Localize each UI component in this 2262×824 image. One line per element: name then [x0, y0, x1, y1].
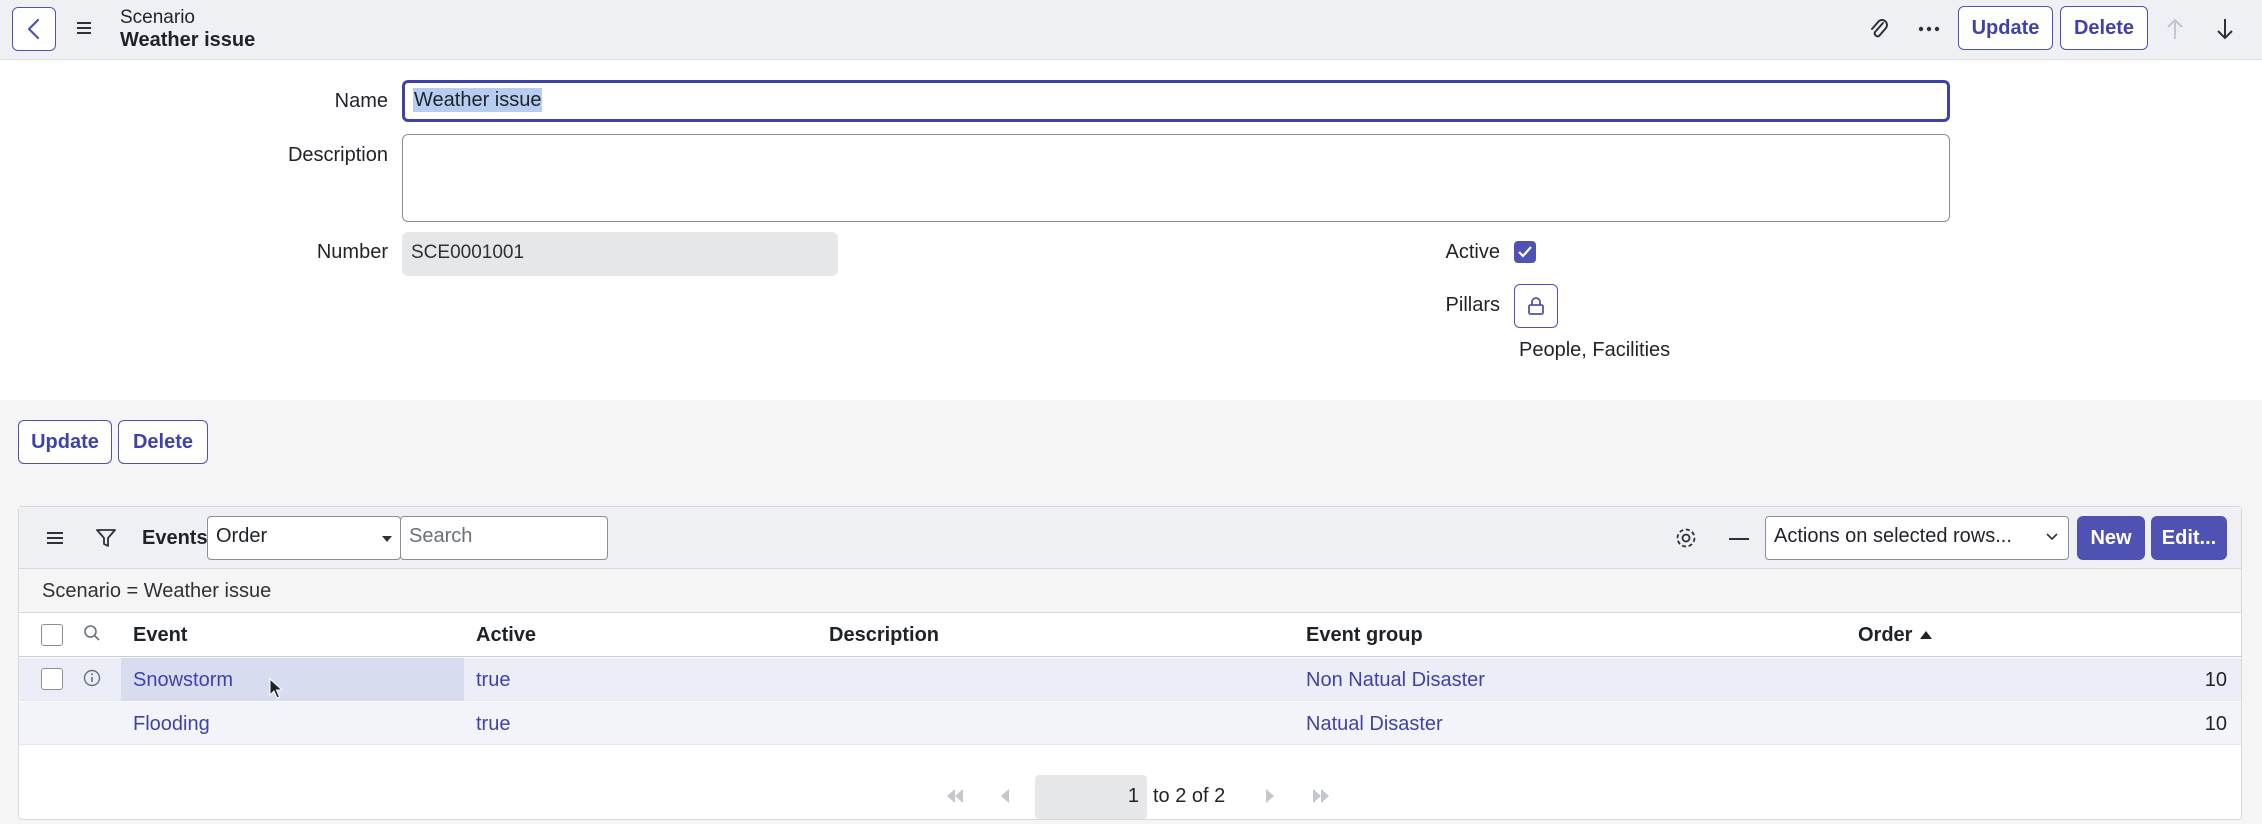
- lock-icon: [1528, 297, 1544, 315]
- filter-icon[interactable]: [95, 527, 117, 549]
- number-field: SCE0001001: [402, 232, 838, 276]
- events-related-list: Events Order Search Actions on selected …: [18, 506, 2242, 820]
- last-page-icon[interactable]: [1311, 789, 1331, 803]
- column-header-description[interactable]: Description: [829, 624, 939, 647]
- event-group-link[interactable]: Non Natual Disaster: [1306, 669, 1485, 692]
- pillars-label: Pillars: [1445, 294, 1500, 316]
- table-row[interactable]: Snowstorm true Non Natual Disaster 10: [19, 658, 2241, 701]
- pillars-value: People, Facilities: [1519, 339, 1671, 361]
- number-label: Number: [316, 241, 388, 263]
- first-page-icon[interactable]: [945, 789, 965, 803]
- search-input[interactable]: Search: [400, 516, 608, 560]
- table-header: Event Active Description Event group Ord…: [19, 613, 2241, 657]
- header-update-button[interactable]: Update: [1958, 6, 2053, 50]
- breadcrumb-filter[interactable]: Scenario = Weather issue: [42, 580, 271, 603]
- search-icon[interactable]: [83, 624, 101, 642]
- previous-page-icon[interactable]: [999, 789, 1009, 803]
- active-value[interactable]: true: [476, 669, 510, 692]
- form-update-button[interactable]: Update: [18, 420, 112, 464]
- order-value: 10: [2204, 713, 2227, 735]
- form-header: Scenario Weather issue Update Delete: [0, 0, 2262, 60]
- name-label: Name: [334, 90, 388, 112]
- name-value: Weather issue: [413, 88, 543, 112]
- column-header-event-group[interactable]: Event group: [1306, 624, 1423, 647]
- sort-field-select[interactable]: Order: [207, 516, 401, 560]
- record-title: Scenario Weather issue: [120, 7, 255, 51]
- caret-down-icon: [382, 536, 392, 542]
- breadcrumb: Scenario = Weather issue: [19, 569, 2241, 613]
- active-value[interactable]: true: [476, 713, 510, 736]
- list-menu-icon[interactable]: [45, 528, 65, 548]
- collapse-icon[interactable]: [1729, 537, 1749, 541]
- sort-field-value: Order: [216, 525, 268, 547]
- actions-value: Actions on selected rows...: [1774, 525, 2012, 547]
- arrow-up-icon[interactable]: [2162, 16, 2188, 42]
- table-name: Scenario: [120, 7, 195, 28]
- back-button[interactable]: [12, 7, 56, 51]
- actions-select[interactable]: Actions on selected rows...: [1765, 516, 2069, 560]
- event-link[interactable]: Snowstorm: [133, 669, 233, 692]
- new-button[interactable]: New: [2077, 516, 2145, 560]
- column-header-event[interactable]: Event: [133, 624, 187, 647]
- record-name: Weather issue: [120, 29, 256, 51]
- sort-ascending-icon: [1920, 631, 1932, 639]
- name-input[interactable]: Weather issue: [402, 80, 1950, 122]
- context-menu-icon[interactable]: [74, 18, 94, 38]
- edit-button[interactable]: Edit...: [2151, 516, 2227, 560]
- active-label: Active: [1445, 241, 1500, 263]
- more-options-icon[interactable]: [1916, 16, 1942, 42]
- row-checkbox[interactable]: [41, 668, 63, 690]
- pagination: 1 to 2 of 2: [19, 759, 2241, 821]
- chevron-left-icon: [27, 18, 40, 40]
- column-header-active[interactable]: Active: [476, 624, 536, 647]
- event-link[interactable]: Flooding: [133, 713, 210, 736]
- table-row[interactable]: Flooding true Natual Disaster 10: [19, 702, 2241, 745]
- chevron-down-icon: [2046, 533, 2058, 541]
- paperclip-icon[interactable]: [1866, 16, 1892, 42]
- checkmark-icon: [1518, 246, 1532, 258]
- record-form: Name Weather issue Description Number SC…: [0, 60, 2262, 400]
- mouse-cursor-icon: [269, 678, 283, 699]
- active-checkbox[interactable]: [1514, 241, 1536, 263]
- column-header-order[interactable]: Order: [1858, 624, 1912, 647]
- gear-icon[interactable]: [1674, 526, 1698, 550]
- description-textarea[interactable]: [402, 134, 1950, 222]
- select-all-checkbox[interactable]: [41, 624, 63, 646]
- list-toolbar: Events Order Search Actions on selected …: [19, 507, 2241, 569]
- pillars-lock-button[interactable]: [1514, 284, 1558, 328]
- order-value: 10: [2204, 669, 2227, 691]
- form-delete-button[interactable]: Delete: [118, 420, 208, 464]
- header-delete-button[interactable]: Delete: [2060, 6, 2148, 50]
- arrow-down-icon[interactable]: [2212, 16, 2238, 42]
- event-group-link[interactable]: Natual Disaster: [1306, 713, 1443, 736]
- info-icon[interactable]: [83, 669, 101, 687]
- page-number-input[interactable]: 1: [1035, 775, 1147, 819]
- description-label: Description: [287, 144, 388, 166]
- list-title: Events: [142, 527, 208, 549]
- page-range-text: to 2 of 2: [1153, 785, 1226, 807]
- next-page-icon[interactable]: [1266, 789, 1276, 803]
